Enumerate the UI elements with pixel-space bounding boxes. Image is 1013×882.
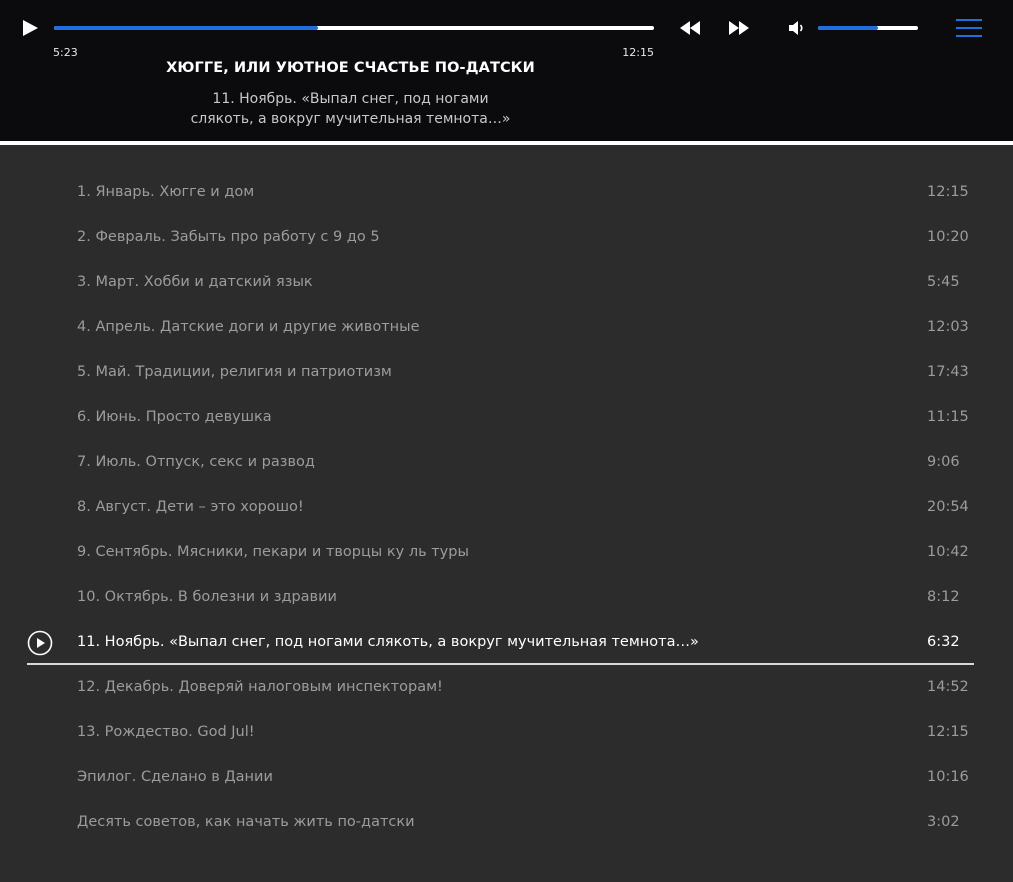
track-duration: 3:02 (927, 814, 960, 830)
volume-slider[interactable] (818, 26, 918, 30)
playlist-item-active[interactable]: 11. Ноябрь. «Выпал снег, под ногами сляк… (27, 620, 974, 665)
player-header: 5:23 12:15 ХЮГГЕ, ИЛИ УЮТНОЕ СЧАСТЬЕ ПО-… (0, 0, 1013, 141)
track-title: 13. Рождество. God Jul! (77, 724, 255, 740)
now-playing-icon (27, 630, 53, 656)
track-duration: 11:15 (927, 409, 969, 425)
track-duration: 10:20 (927, 229, 969, 245)
track-duration: 14:52 (927, 679, 969, 695)
playlist-item[interactable]: 9. Сентябрь. Мясники, пекари и творцы ку… (27, 530, 974, 575)
track-title: Десять советов, как начать жить по-датск… (77, 814, 415, 830)
volume-button[interactable] (787, 18, 807, 38)
progress-fill (54, 26, 318, 30)
track-title: 2. Февраль. Забыть про работу с 9 до 5 (77, 229, 380, 245)
playlist-item[interactable]: Эпилог. Сделано в Дании 10:16 (27, 755, 974, 800)
total-time: 12:15 (622, 46, 654, 59)
track-title: 9. Сентябрь. Мясники, пекари и творцы ку… (77, 544, 469, 560)
track-duration: 9:06 (927, 454, 960, 470)
playlist-item[interactable]: 1. Январь. Хюгге и дом 12:15 (27, 170, 974, 215)
track-duration: 6:32 (927, 634, 960, 650)
track-duration: 12:03 (927, 319, 969, 335)
track-duration: 17:43 (927, 364, 969, 380)
menu-button[interactable] (955, 17, 983, 39)
playlist-item[interactable]: 6. Июнь. Просто девушка 11:15 (27, 395, 974, 440)
track-title: 8. Август. Дети – это хорошо! (77, 499, 304, 515)
playlist: 1. Январь. Хюгге и дом 12:15 2. Февраль. З… (0, 145, 1013, 882)
playlist-item[interactable]: 7. Июль. Отпуск, секс и развод 9:06 (27, 440, 974, 485)
track-duration: 12:15 (927, 184, 969, 200)
volume-fill (818, 26, 878, 30)
track-duration: 20:54 (927, 499, 969, 515)
track-title: 1. Январь. Хюгге и дом (77, 184, 255, 200)
playlist-item[interactable]: 4. Апрель. Датские доги и другие животны… (27, 305, 974, 350)
play-icon (23, 20, 38, 36)
track-duration: 10:16 (927, 769, 969, 785)
track-title: 4. Апрель. Датские доги и другие животны… (77, 319, 420, 335)
playlist-item[interactable]: 13. Рождество. God Jul! 12:15 (27, 710, 974, 755)
track-title: 11. Ноябрь. «Выпал снег, под ногами сляк… (77, 634, 699, 650)
playlist-item[interactable]: 5. Май. Традиции, религия и патриотизм 17… (27, 350, 974, 395)
track-title: Эпилог. Сделано в Дании (77, 769, 273, 785)
track-duration: 8:12 (927, 589, 960, 605)
playlist-item[interactable]: Десять советов, как начать жить по-датск… (27, 800, 974, 845)
current-chapter-title: 11. Ноябрь. «Выпал снег, под ногами сляк… (190, 91, 511, 127)
track-duration: 10:42 (927, 544, 969, 560)
fast-forward-button[interactable] (727, 17, 751, 39)
track-title: 12. Декабрь. Доверяй налоговым инспектор… (77, 679, 443, 695)
track-title: 6. Июнь. Просто девушка (77, 409, 272, 425)
track-duration: 12:15 (927, 724, 969, 740)
track-title: 7. Июль. Отпуск, секс и развод (77, 454, 315, 470)
elapsed-time: 5:23 (53, 46, 78, 59)
audio-player-app: 5:23 12:15 ХЮГГЕ, ИЛИ УЮТНОЕ СЧАСТЬЕ ПО-… (0, 0, 1013, 882)
track-duration: 5:45 (927, 274, 960, 290)
progress-bar[interactable] (54, 26, 654, 30)
play-button[interactable] (19, 17, 41, 39)
fast-forward-icon (729, 21, 749, 35)
playlist-item[interactable]: 8. Август. Дети – это хорошо! 20:54 (27, 485, 974, 530)
track-title: 5. Май. Традиции, религия и патриотизм (77, 364, 392, 380)
volume-icon (789, 21, 803, 35)
book-title: ХЮГГЕ, ИЛИ УЮТНОЕ СЧАСТЬЕ ПО-ДАТСКИ (166, 60, 535, 76)
rewind-icon (680, 21, 700, 35)
track-title: 3. Март. Хобби и датский язык (77, 274, 313, 290)
track-title: 10. Октябрь. В болезни и здравии (77, 589, 337, 605)
playlist-item[interactable]: 3. Март. Хобби и датский язык 5:45 (27, 260, 974, 305)
rewind-button[interactable] (678, 17, 702, 39)
playlist-item[interactable]: 12. Декабрь. Доверяй налоговым инспектор… (27, 665, 974, 710)
playlist-item[interactable]: 10. Октябрь. В болезни и здравии 8:12 (27, 575, 974, 620)
hamburger-menu-icon (956, 19, 982, 37)
playlist-item[interactable]: 2. Февраль. Забыть про работу с 9 до 5 10… (27, 215, 974, 260)
